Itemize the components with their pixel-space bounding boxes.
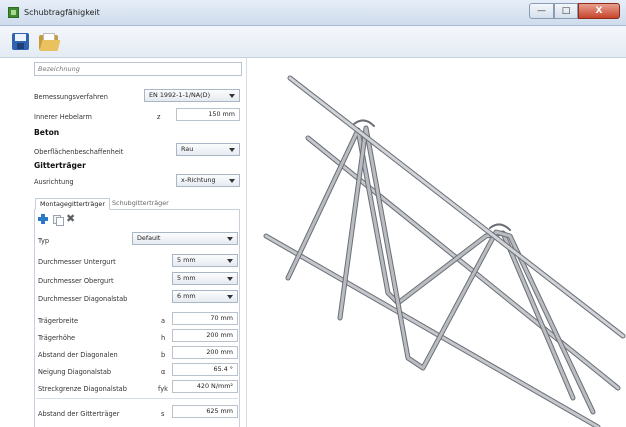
lever-label: Innerer Hebelarm bbox=[34, 113, 92, 121]
distance-label: Abstand der Gitterträger bbox=[38, 410, 120, 418]
weld-node bbox=[489, 223, 511, 231]
delete-icon[interactable]: ✖ bbox=[66, 213, 76, 224]
incline-label: Neigung Diagonalstab bbox=[38, 368, 112, 376]
lever-input[interactable]: 150 mm bbox=[176, 108, 240, 121]
width-symbol: a bbox=[161, 317, 166, 325]
top-chord-select[interactable]: 5 mm bbox=[172, 272, 238, 285]
save-icon[interactable] bbox=[10, 31, 32, 53]
lattice-girder-3d-icon bbox=[263, 75, 626, 427]
height-label: Trägerhöhe bbox=[38, 334, 76, 342]
chevron-down-icon bbox=[227, 259, 233, 263]
distance-input[interactable]: 625 mm bbox=[172, 405, 238, 418]
bottom-chord-value: 5 mm bbox=[177, 256, 196, 264]
bottom-chord-label: Durchmesser Untergurt bbox=[38, 258, 116, 266]
chevron-down-icon bbox=[229, 94, 235, 98]
orientation-value: x-Richtung bbox=[181, 176, 216, 184]
close-button[interactable]: X bbox=[578, 3, 620, 19]
diagonal-front bbox=[337, 125, 596, 415]
tab-schubgittertraeger[interactable]: Schubgitterträger bbox=[108, 198, 173, 210]
chevron-down-icon bbox=[227, 277, 233, 281]
window-title: Schubtragfähigkeit bbox=[24, 8, 100, 17]
weld-node bbox=[353, 119, 375, 127]
yield-symbol: fyk bbox=[158, 385, 168, 393]
distance-symbol: s bbox=[161, 410, 165, 418]
surface-select[interactable]: Rau bbox=[176, 143, 240, 156]
toolbar bbox=[0, 26, 626, 58]
method-select[interactable]: EN 1992-1-1/NA(D) bbox=[144, 89, 240, 102]
lever-symbol: z bbox=[157, 113, 161, 121]
top-chord-value: 5 mm bbox=[177, 274, 196, 282]
surface-value: Rau bbox=[181, 145, 194, 153]
type-select[interactable]: Default bbox=[132, 232, 238, 245]
add-icon[interactable] bbox=[38, 214, 48, 224]
bottom-chord-select[interactable]: 5 mm bbox=[172, 254, 238, 267]
title-bar: Schubtragfähigkeit — □ X bbox=[0, 0, 626, 26]
window-controls: — □ X bbox=[529, 3, 620, 19]
diagonal-label: Durchmesser Diagonalstab bbox=[38, 295, 128, 303]
minimize-button[interactable]: — bbox=[529, 3, 554, 19]
yield-label: Streckgrenze Diagonalstab bbox=[38, 385, 127, 393]
chevron-down-icon bbox=[229, 179, 235, 183]
surface-label: Oberflächenbeschaffenheit bbox=[34, 148, 124, 156]
top-chord-label: Durchmesser Obergurt bbox=[38, 277, 114, 285]
open-folder-icon[interactable] bbox=[38, 31, 61, 53]
type-label: Typ bbox=[38, 237, 50, 245]
type-value: Default bbox=[137, 234, 161, 242]
height-input[interactable]: 200 mm bbox=[172, 329, 238, 342]
incline-input[interactable]: 65.4 ° bbox=[172, 363, 238, 376]
yield-input[interactable]: 420 N/mm² bbox=[172, 380, 238, 393]
3d-view[interactable] bbox=[248, 58, 626, 427]
diagonal-select[interactable]: 6 mm bbox=[172, 290, 238, 303]
width-label: Trägerbreite bbox=[38, 317, 79, 325]
incline-symbol: α bbox=[161, 368, 166, 376]
top-chord bbox=[287, 75, 626, 339]
diagonal-value: 6 mm bbox=[177, 292, 196, 300]
tab-montagegittertraeger[interactable]: Montagegitterträger bbox=[35, 198, 110, 210]
chevron-down-icon bbox=[227, 295, 233, 299]
concrete-heading: Beton bbox=[34, 128, 60, 137]
spacing-label: Abstand der Diagonalen bbox=[38, 351, 118, 359]
designation-field[interactable] bbox=[34, 62, 242, 76]
spacing-symbol: b bbox=[161, 351, 166, 359]
method-value: EN 1992-1-1/NA(D) bbox=[149, 91, 211, 99]
lattice-heading: Gitterträger bbox=[34, 161, 86, 170]
maximize-button[interactable]: □ bbox=[554, 3, 578, 19]
divider bbox=[36, 398, 238, 399]
width-input[interactable]: 70 mm bbox=[172, 312, 238, 325]
designation-input[interactable] bbox=[35, 63, 241, 75]
method-label: Bemessungsverfahren bbox=[34, 93, 108, 101]
spacing-input[interactable]: 200 mm bbox=[172, 346, 238, 359]
chevron-down-icon bbox=[229, 148, 235, 152]
app-icon bbox=[8, 7, 19, 18]
orientation-label: Ausrichtung bbox=[34, 178, 74, 186]
chevron-down-icon bbox=[227, 237, 233, 241]
orientation-select[interactable]: x-Richtung bbox=[176, 174, 240, 187]
height-symbol: h bbox=[161, 334, 166, 342]
copy-icon[interactable] bbox=[52, 214, 64, 226]
